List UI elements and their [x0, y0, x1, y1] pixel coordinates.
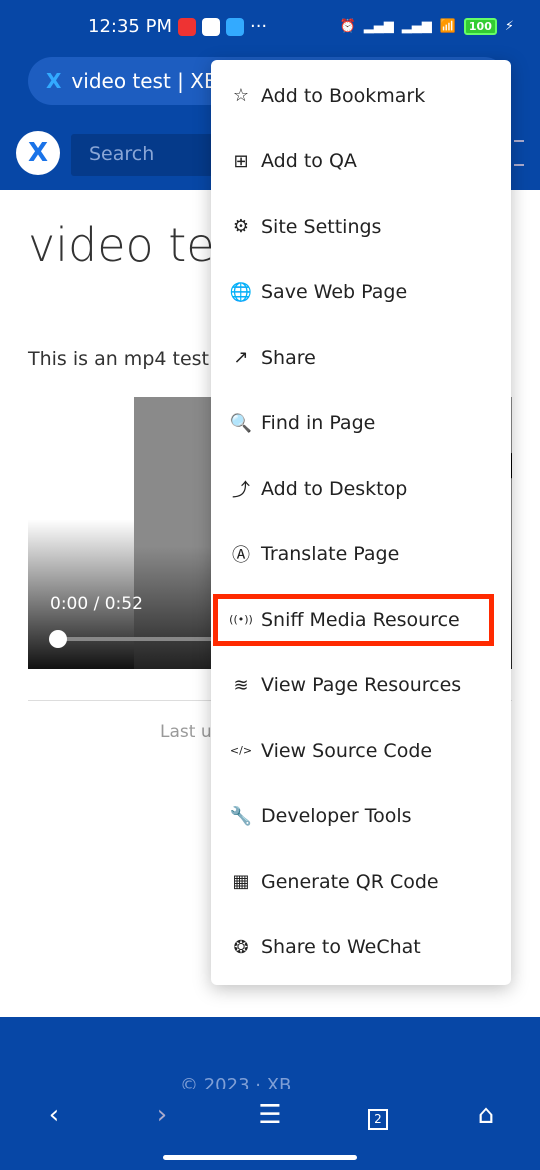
layers-icon: ≋ [233, 674, 249, 696]
menu-item-generate-qr-code[interactable]: ▦ Generate QR Code [211, 849, 511, 915]
menu-item-developer-tools[interactable]: 🔧 Developer Tools [211, 784, 511, 850]
copyright: © 2023 · XB [180, 1075, 292, 1089]
menu-item-add-to-bookmark[interactable]: ☆ Add to Bookmark [211, 63, 511, 129]
menu-item-label: Find in Page [261, 412, 376, 435]
video-time: 0:00 / 0:52 [50, 594, 143, 614]
menu-item-label: Sniff Media Resource [261, 608, 460, 631]
menu-item-translate-page[interactable]: Ⓐ Translate Page [211, 522, 511, 588]
menu-item-label: Add to Bookmark [261, 84, 426, 107]
signal-icon: ▂▄▆ [363, 19, 394, 34]
menu-item-site-settings[interactable]: ⚙ Site Settings [211, 194, 511, 260]
menu-item-label: Site Settings [261, 215, 382, 238]
home-icon[interactable]: ⌂ [456, 1100, 516, 1130]
translate-icon: Ⓐ [232, 545, 250, 567]
menu-item-share[interactable]: ↗ Share [211, 325, 511, 391]
site-logo[interactable]: X [16, 131, 60, 175]
menu-item-label: Generate QR Code [261, 870, 439, 893]
menu-item-find-in-page[interactable]: 🔍 Find in Page [211, 391, 511, 457]
menu-icon[interactable]: ☰ [240, 1100, 300, 1130]
site-search-input[interactable]: Search [71, 134, 231, 176]
menu-item-sniff-media-resource[interactable]: ((•)) Sniff Media Resource [211, 587, 511, 653]
menu-item-share-to-wechat[interactable]: ❂ Share to WeChat [211, 915, 511, 981]
menu-item-label: Translate Page [261, 543, 400, 566]
wifi-icon: 📶 [439, 19, 456, 34]
star-plus-icon: ☆ [232, 85, 250, 107]
app-notification-icon [225, 17, 244, 36]
status-time: 12:35 PM [88, 16, 172, 37]
menu-item-label: View Source Code [261, 739, 433, 762]
app-notification-icon [177, 17, 196, 36]
menu-item-label: Share [261, 346, 316, 369]
menu-item-label: Developer Tools [261, 805, 412, 828]
home-indicator[interactable] [163, 1155, 357, 1160]
signal-icon: ▂▄▆ [401, 19, 432, 34]
menu-item-label: Add to QA [261, 150, 357, 173]
qr-code-icon: ▦ [232, 871, 250, 893]
menu-item-add-to-desktop[interactable]: ⤴ Add to Desktop [211, 456, 511, 522]
video-app-icon [201, 17, 220, 36]
back-icon[interactable]: ‹ [24, 1100, 84, 1130]
last-updated: Last u [160, 722, 212, 742]
alarm-icon: ⏰ [339, 19, 356, 34]
sniff-icon: ((•)) [229, 613, 253, 627]
tab-count: 2 [368, 1109, 388, 1130]
code-icon: </> [229, 744, 253, 758]
forward-icon[interactable]: › [132, 1100, 192, 1130]
globe-save-icon: 🌐 [229, 281, 253, 303]
status-icons: ⏰ ▂▄▆ ▂▄▆ 📶 100 ⚡ [340, 18, 514, 35]
add-desktop-icon: ⤴ [232, 479, 250, 501]
menu-item-label: View Page Resources [261, 674, 462, 697]
menu-item-label: Save Web Page [261, 281, 408, 304]
context-menu: ☆ Add to Bookmark ⊞ Add to QA ⚙ Site Settings… [211, 60, 511, 985]
tabs-button[interactable]: 2 [348, 1100, 408, 1130]
site-menu-icon[interactable] [514, 140, 524, 166]
plus-square-icon: ⊞ [233, 150, 249, 172]
bottom-nav: ‹ › ☰ 2 ⌂ [0, 1090, 540, 1140]
menu-item-view-page-resources[interactable]: ≋ View Page Resources [211, 653, 511, 719]
menu-item-label: Add to Desktop [261, 477, 408, 500]
page-description: This is an mp4 test [28, 348, 209, 370]
aperture-icon: ❂ [233, 936, 249, 958]
charging-icon: ⚡ [504, 19, 514, 34]
more-icon: ··· [249, 16, 268, 37]
menu-item-add-to-qa[interactable]: ⊞ Add to QA [211, 129, 511, 195]
status-bar: 12:35 PM ··· [88, 16, 267, 37]
find-icon: 🔍 [229, 412, 253, 434]
site-favicon-icon: X [46, 69, 62, 93]
menu-item-label: Share to WeChat [261, 936, 421, 959]
menu-item-save-web-page[interactable]: 🌐 Save Web Page [211, 260, 511, 326]
wrench-icon: 🔧 [229, 805, 253, 827]
menu-item-view-source-code[interactable]: </> View Source Code [211, 718, 511, 784]
gear-icon: ⚙ [232, 216, 250, 238]
share-icon: ↗ [233, 347, 249, 369]
seek-handle[interactable] [49, 630, 67, 648]
battery-icon: 100 [463, 18, 497, 35]
